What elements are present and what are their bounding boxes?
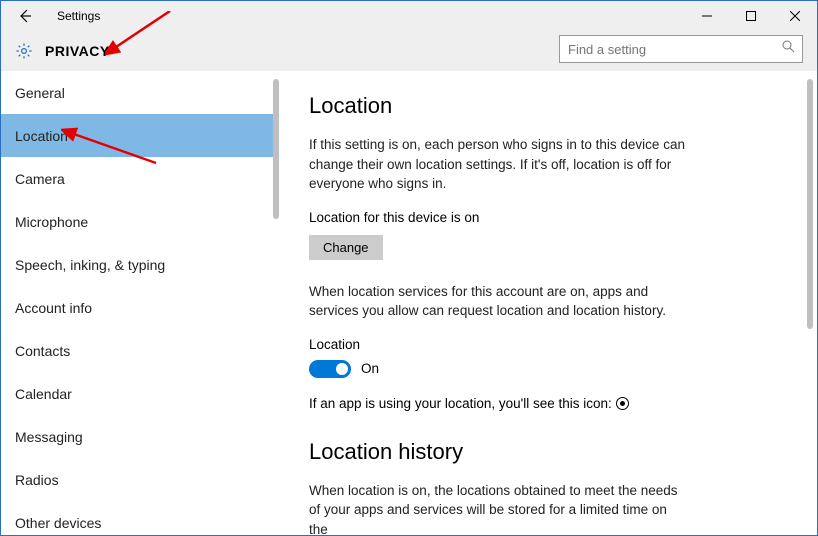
sidebar-item-label: General — [15, 85, 65, 101]
sidebar-item-messaging[interactable]: Messaging — [1, 415, 279, 458]
arrow-left-icon — [17, 8, 33, 24]
sidebar-item-label: Location — [15, 128, 68, 144]
back-button[interactable] — [1, 1, 49, 31]
sidebar-item-other-devices[interactable]: Other devices — [1, 501, 279, 535]
account-desc: When location services for this account … — [309, 282, 689, 321]
sidebar-item-account-info[interactable]: Account info — [1, 286, 279, 329]
sidebar-item-label: Other devices — [15, 515, 101, 531]
sidebar-item-camera[interactable]: Camera — [1, 157, 279, 200]
toggle-knob — [336, 363, 348, 375]
body: General Location Camera Microphone Speec… — [1, 71, 817, 535]
toggle-title: Location — [309, 337, 787, 352]
minimize-button[interactable] — [685, 1, 729, 31]
sidebar-item-label: Messaging — [15, 429, 83, 445]
sidebar-item-microphone[interactable]: Microphone — [1, 200, 279, 243]
search-container — [559, 35, 803, 63]
close-button[interactable] — [773, 1, 817, 31]
sidebar-item-label: Account info — [15, 300, 92, 316]
page-title: PRIVACY — [45, 43, 110, 59]
sidebar-item-location[interactable]: Location — [1, 114, 279, 157]
icon-info-text: If an app is using your location, you'll… — [309, 396, 612, 411]
change-button[interactable]: Change — [309, 235, 383, 260]
header: PRIVACY — [1, 31, 817, 71]
location-indicator-icon — [616, 397, 629, 410]
toggle-state: On — [361, 361, 379, 376]
sidebar-item-contacts[interactable]: Contacts — [1, 329, 279, 372]
history-heading: Location history — [309, 439, 787, 465]
close-icon — [790, 11, 800, 21]
content-area: Location If this setting is on, each per… — [279, 71, 817, 535]
sidebar-item-label: Camera — [15, 171, 65, 187]
sidebar: General Location Camera Microphone Speec… — [1, 71, 279, 535]
device-status: Location for this device is on — [309, 210, 787, 225]
sidebar-item-general[interactable]: General — [1, 71, 279, 114]
sidebar-item-label: Contacts — [15, 343, 70, 359]
sidebar-item-radios[interactable]: Radios — [1, 458, 279, 501]
sidebar-item-label: Radios — [15, 472, 59, 488]
location-toggle-row: On — [309, 360, 787, 378]
sidebar-item-speech[interactable]: Speech, inking, & typing — [1, 243, 279, 286]
title-bar: Settings — [1, 1, 817, 31]
window-title: Settings — [57, 9, 100, 23]
maximize-icon — [746, 11, 756, 21]
content-heading: Location — [309, 93, 787, 119]
sidebar-item-label: Calendar — [15, 386, 72, 402]
sidebar-item-label: Microphone — [15, 214, 88, 230]
search-icon — [782, 40, 795, 58]
history-desc: When location is on, the locations obtai… — [309, 481, 689, 535]
settings-window: Settings PRIVACY General Location Camera — [0, 0, 818, 536]
maximize-button[interactable] — [729, 1, 773, 31]
content-scrollbar[interactable] — [807, 79, 813, 329]
location-toggle[interactable] — [309, 360, 351, 378]
search-input[interactable] — [559, 35, 803, 63]
icon-info-line: If an app is using your location, you'll… — [309, 396, 787, 411]
sidebar-item-label: Speech, inking, & typing — [15, 257, 165, 273]
gear-icon — [15, 42, 33, 60]
window-controls — [685, 1, 817, 31]
minimize-icon — [702, 11, 712, 21]
intro-text: If this setting is on, each person who s… — [309, 135, 689, 194]
sidebar-item-calendar[interactable]: Calendar — [1, 372, 279, 415]
